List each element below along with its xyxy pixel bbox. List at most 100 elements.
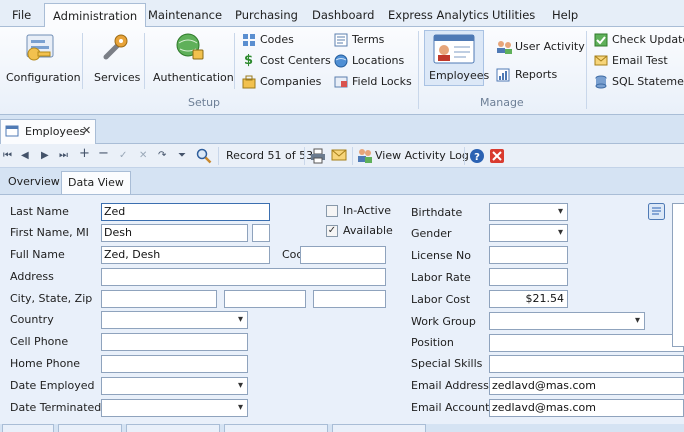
bottom-tab[interactable] xyxy=(224,424,328,432)
search-icon[interactable] xyxy=(196,148,212,164)
check-updates-button[interactable]: Check Updates xyxy=(594,32,684,48)
country-dropdown[interactable] xyxy=(101,311,248,329)
menu-tab-express-analytics[interactable]: Express Analytics xyxy=(386,3,491,27)
document-tab-label: Employees xyxy=(25,125,86,138)
menu-tab-help[interactable]: Help xyxy=(550,3,580,27)
codes-label: Codes xyxy=(260,33,294,46)
wrench-icon xyxy=(103,34,128,60)
available-checkbox[interactable]: ✓ xyxy=(326,225,338,237)
last-name-field[interactable]: Zed xyxy=(101,203,270,221)
tab-data-view[interactable]: Data View xyxy=(61,171,131,194)
zip-field[interactable] xyxy=(313,290,386,308)
in-active-checkbox[interactable] xyxy=(326,205,338,217)
email-icon[interactable] xyxy=(331,149,347,162)
first-name-field[interactable]: Desh xyxy=(101,224,248,242)
email-account-label: Email Account xyxy=(411,401,490,414)
birthdate-picker[interactable] xyxy=(489,203,568,221)
menu-tab-file[interactable]: File xyxy=(10,3,33,27)
last-record-icon[interactable]: ⏭ xyxy=(59,149,68,163)
license-no-label: License No xyxy=(411,249,471,262)
ribbon: Configuration Services Authentication Co… xyxy=(0,27,684,115)
svg-text:?: ? xyxy=(474,152,480,163)
address-field[interactable] xyxy=(101,268,386,286)
photo-box[interactable] xyxy=(672,203,684,347)
document-tab-employees[interactable]: Employees ✕ xyxy=(0,119,96,144)
menu-tab-administration[interactable]: Administration xyxy=(44,3,147,28)
city-field[interactable] xyxy=(101,290,217,308)
user-activity-icon xyxy=(497,41,512,54)
state-field[interactable] xyxy=(224,290,306,308)
sql-statement-button[interactable]: SQL Statement xyxy=(594,74,684,90)
labor-cost-field[interactable]: $21.54 xyxy=(489,290,568,308)
codes-icon xyxy=(243,34,255,46)
next-record-icon[interactable]: ▶ xyxy=(41,149,49,163)
home-phone-field[interactable] xyxy=(101,355,248,373)
bottom-tab[interactable] xyxy=(58,424,122,432)
license-no-field[interactable] xyxy=(489,246,568,264)
add-record-icon[interactable]: + xyxy=(79,147,90,161)
save-record-icon[interactable]: ✓ xyxy=(119,149,127,163)
sql-statement-label: SQL Statement xyxy=(612,75,684,88)
employees-button[interactable]: Employees xyxy=(424,30,489,86)
date-employed-picker[interactable] xyxy=(101,377,248,395)
email-test-label: Email Test xyxy=(612,54,668,67)
services-button[interactable]: Services xyxy=(90,31,141,85)
position-field[interactable] xyxy=(489,334,684,352)
toolbar-divider xyxy=(352,147,353,165)
companies-button[interactable]: Companies xyxy=(242,74,327,90)
user-activity-button[interactable]: User Activity xyxy=(496,39,585,55)
menu-tab-maintenance[interactable]: Maintenance xyxy=(146,3,224,27)
cancel-edit-icon[interactable]: ✕ xyxy=(139,149,147,163)
cell-phone-field[interactable] xyxy=(101,333,248,351)
refresh-icon[interactable]: ↷ xyxy=(158,149,166,163)
labor-rate-field[interactable] xyxy=(489,268,568,286)
reports-button[interactable]: Reports xyxy=(496,67,581,83)
bottom-tab[interactable] xyxy=(2,424,54,432)
toolbar-divider xyxy=(218,147,219,165)
country-label: Country xyxy=(10,313,54,326)
cell-phone-label: Cell Phone xyxy=(10,335,69,348)
terms-button[interactable]: Terms xyxy=(334,32,414,48)
previous-record-icon[interactable]: ◀ xyxy=(21,149,29,163)
services-label: Services xyxy=(94,71,141,84)
reports-icon xyxy=(496,68,510,82)
locations-button[interactable]: Locations xyxy=(334,53,414,69)
city-state-zip-label: City, State, Zip xyxy=(10,292,93,305)
email-account-field[interactable]: zedlavd@mas.com xyxy=(489,399,684,417)
bottom-tab[interactable] xyxy=(332,424,426,432)
authentication-button[interactable]: Authentication xyxy=(150,31,234,85)
cost-centers-button[interactable]: $ Cost Centers xyxy=(242,53,331,69)
email-test-button[interactable]: Email Test xyxy=(594,53,684,69)
menu-tab-purchasing[interactable]: Purchasing xyxy=(233,3,300,27)
work-group-dropdown[interactable] xyxy=(489,312,645,330)
configuration-button[interactable]: Configuration xyxy=(4,31,81,85)
in-active-label: In-Active xyxy=(343,204,391,217)
view-activity-log-button[interactable]: View Activity Log xyxy=(357,147,469,165)
date-terminated-picker[interactable] xyxy=(101,399,248,417)
close-form-icon[interactable] xyxy=(489,148,505,164)
gender-dropdown[interactable] xyxy=(489,224,568,242)
print-icon[interactable] xyxy=(310,148,326,164)
special-skills-field[interactable] xyxy=(489,355,684,373)
close-icon[interactable]: ✕ xyxy=(82,124,91,137)
middle-initial-field[interactable] xyxy=(252,224,270,242)
notes-icon[interactable] xyxy=(648,203,665,220)
codes-button[interactable]: Codes xyxy=(242,32,327,48)
bottom-tab[interactable] xyxy=(126,424,220,432)
companies-icon xyxy=(242,75,256,89)
filter-icon[interactable]: ⏷ xyxy=(178,149,186,163)
field-locks-button[interactable]: Field Locks xyxy=(334,74,414,90)
tab-overview[interactable]: Overview xyxy=(2,171,66,194)
menu-tab-utilities[interactable]: Utilities xyxy=(490,3,537,27)
code-field[interactable] xyxy=(300,246,386,264)
menu-tab-dashboard[interactable]: Dashboard xyxy=(310,3,376,27)
first-record-icon[interactable]: ⏮ xyxy=(3,149,12,163)
help-icon[interactable]: ? xyxy=(469,148,485,164)
delete-record-icon[interactable]: − xyxy=(98,147,109,161)
address-label: Address xyxy=(10,270,54,283)
configuration-icon xyxy=(26,34,54,61)
full-name-field[interactable]: Zed, Desh xyxy=(101,246,270,264)
email-address-field[interactable]: zedlavd@mas.com xyxy=(489,377,684,395)
cost-centers-label: Cost Centers xyxy=(260,54,331,67)
envelope-icon xyxy=(594,55,608,66)
